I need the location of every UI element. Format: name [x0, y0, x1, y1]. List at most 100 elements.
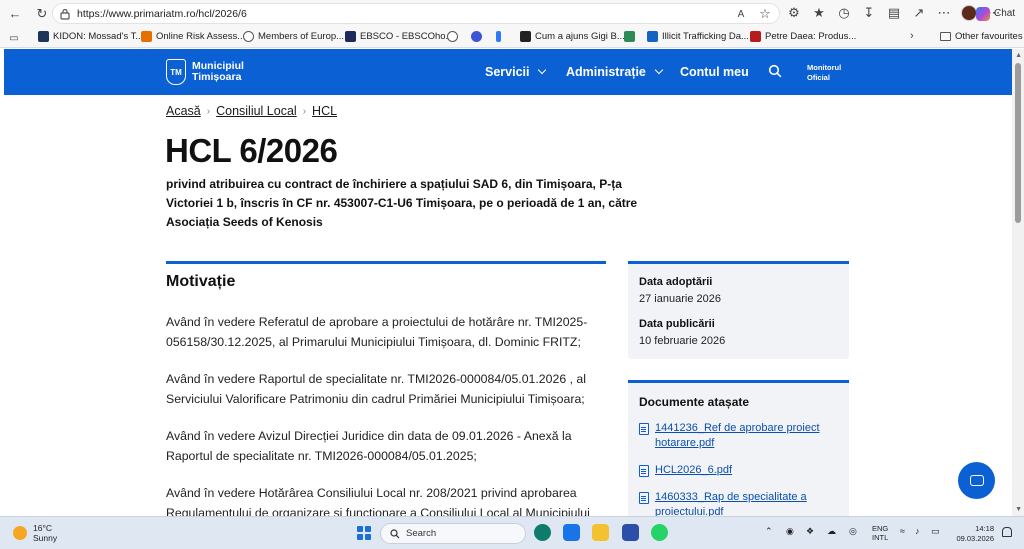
bookmark-item[interactable]: Members of Europ... [243, 31, 344, 42]
globe-icon [243, 31, 254, 42]
clock-date: 09.03.2026 [956, 533, 994, 543]
input-language[interactable]: ENG INTL [872, 524, 888, 542]
tray-app-icon[interactable]: ◉ [786, 526, 794, 537]
attached-documents-box: Documente atașate 1441236_Ref de aprobar… [628, 380, 849, 516]
collections-icon[interactable]: ▤ [886, 5, 902, 21]
profile-avatar[interactable] [961, 5, 977, 21]
motivation-paragraph: Având în vedere Avizul Direcției Juridic… [166, 429, 572, 463]
drawing-app-icon[interactable] [563, 524, 580, 541]
breadcrumb-hcl[interactable]: HCL [312, 104, 337, 118]
sun-icon [13, 526, 27, 540]
tray-app-icon[interactable]: ◎ [849, 526, 857, 537]
share-icon[interactable]: ↗ [911, 5, 927, 21]
store-icon[interactable] [622, 524, 639, 541]
search-icon[interactable] [768, 64, 782, 78]
url-text[interactable]: https://www.primariatm.ro/hcl/2026/6 [77, 8, 247, 20]
bookmark-item[interactable]: EBSCO - EBSCOho... [345, 31, 453, 42]
system-clock[interactable]: 14:18 09.03.2026 [956, 524, 994, 543]
bookmark-item[interactable] [471, 31, 482, 42]
weather-widget[interactable]: 16°C Sunny [13, 523, 57, 543]
page-scrollbar[interactable]: ▲ ▼ [1012, 49, 1024, 516]
monitor-line1: Monitorul [807, 63, 842, 72]
weather-condition: Sunny [33, 533, 58, 543]
taskbar-search[interactable]: Search [380, 523, 526, 544]
address-bar[interactable]: https://www.primariatm.ro/hcl/2026/6 A ☆ [52, 3, 780, 24]
history-icon[interactable]: ◷ [836, 5, 852, 21]
nav-administratie[interactable]: Administrație [566, 65, 664, 79]
extensions-icon[interactable]: ⚙ [786, 5, 802, 21]
back-icon[interactable]: ← [7, 6, 23, 22]
bookmark-item[interactable] [447, 31, 458, 42]
favorites-icon[interactable]: ★ [811, 5, 827, 21]
monitorul-oficial-link[interactable]: Monitorul Oficial [807, 63, 841, 83]
bookmark-label: Illicit Trafficking Da... [662, 31, 749, 42]
notification-bell-icon[interactable] [1002, 527, 1012, 537]
chevron-up-icon[interactable]: ⌃ [765, 526, 773, 537]
document-item[interactable]: 1460333_Rap de specialitate a proiectulu… [639, 490, 838, 516]
nav-servicii[interactable]: Servicii [485, 65, 547, 79]
chevron-right-icon[interactable]: › [910, 30, 914, 42]
tab-actions-icon[interactable]: ▭ [6, 30, 22, 46]
site-logo[interactable]: TM Municipiul Timișoara [166, 59, 244, 85]
bookmark-favicon-icon [496, 31, 501, 42]
page-subtitle: privind atribuirea cu contract de închir… [166, 177, 638, 229]
document-link[interactable]: 1460333_Rap de specialitate a proiectulu… [655, 490, 838, 516]
monitor-line2: Oficial [807, 73, 830, 82]
other-favourites[interactable]: Other favourites [940, 31, 1023, 42]
bookmark-label: EBSCO - EBSCOho... [360, 31, 454, 42]
bookmark-label: KIDON: Mossad's T... [53, 31, 144, 42]
bookmark-favicon-icon [345, 31, 356, 42]
document-link[interactable]: 1441236_Ref de aprobare proiect hotarare… [655, 421, 838, 451]
document-icon [639, 465, 649, 477]
bookmark-item[interactable] [496, 31, 501, 42]
published-value: 10 februarie 2026 [639, 335, 726, 347]
breadcrumb-consiliul-local[interactable]: Consiliul Local [216, 104, 297, 118]
dates-box: Data adoptării 27 ianuarie 2026 Data pub… [628, 261, 849, 359]
site-info-icon[interactable] [59, 8, 71, 20]
bookmark-favicon-icon [471, 31, 482, 42]
motivation-section: Motivație Având în vedere Referatul de a… [166, 261, 606, 516]
refresh-icon[interactable]: ↻ [34, 6, 50, 22]
bookmarks-bar: ▭ KIDON: Mossad's T... Online Risk Asses… [0, 27, 1024, 48]
bookmark-item[interactable] [624, 31, 635, 42]
document-item[interactable]: 1441236_Ref de aprobare proiect hotarare… [639, 421, 838, 451]
bookmark-item[interactable]: Cum a ajuns Gigi B... [520, 31, 625, 42]
nav-servicii-label: Servicii [485, 65, 530, 79]
bookmark-item[interactable]: KIDON: Mossad's T... [38, 31, 143, 42]
start-windows-icon[interactable] [357, 526, 371, 540]
favorite-star-icon[interactable]: ☆ [757, 6, 773, 22]
settings-menu-icon[interactable]: ⋯ [936, 5, 952, 21]
documents-title: Documente atașate [639, 395, 750, 409]
taskbar: 16°C Sunny Search ⌃ ◉ ❖ ☁ ◎ ENG INTL ≈ ♪… [0, 516, 1024, 549]
temperature: 16°C [33, 523, 52, 533]
motivation-paragraph: Având în vedere Referatul de aprobare a … [166, 315, 588, 349]
whatsapp-icon[interactable] [651, 524, 668, 541]
read-aloud-icon[interactable]: A [733, 6, 749, 22]
downloads-icon[interactable]: ↧ [861, 5, 877, 21]
taskbar-search-placeholder: Search [406, 528, 437, 539]
wifi-icon[interactable]: ≈ [900, 526, 905, 536]
bookmark-favicon-icon [38, 31, 49, 42]
scroll-thumb[interactable] [1015, 63, 1021, 223]
document-item[interactable]: HCL2026_6.pdf [639, 463, 838, 478]
document-link[interactable]: HCL2026_6.pdf [655, 463, 732, 478]
breadcrumb-home[interactable]: Acasă [166, 104, 201, 118]
scroll-down-icon[interactable]: ▼ [1015, 506, 1022, 513]
nav-contul-meu[interactable]: Contul meu [680, 65, 749, 79]
bookmark-item[interactable]: Illicit Trafficking Da... [647, 31, 749, 42]
bookmark-item[interactable]: Petre Daea: Produs... [750, 31, 856, 42]
copilot-icon [976, 6, 990, 21]
copilot-chat-button[interactable]: Chat [976, 3, 1020, 24]
edge-browser-icon[interactable] [534, 524, 551, 541]
volume-icon[interactable]: ♪ [915, 526, 920, 536]
bookmark-item[interactable]: Online Risk Assess... [141, 31, 245, 42]
search-icon [390, 528, 400, 538]
battery-icon[interactable]: ▭ [931, 526, 940, 537]
chevron-down-icon [654, 65, 664, 75]
scroll-up-icon[interactable]: ▲ [1015, 52, 1022, 59]
cloud-icon[interactable]: ☁ [827, 526, 836, 537]
file-explorer-icon[interactable] [592, 524, 609, 541]
chat-support-button[interactable] [958, 462, 995, 499]
dropbox-icon[interactable]: ❖ [806, 526, 814, 537]
keyboard-layout: INTL [872, 533, 889, 542]
